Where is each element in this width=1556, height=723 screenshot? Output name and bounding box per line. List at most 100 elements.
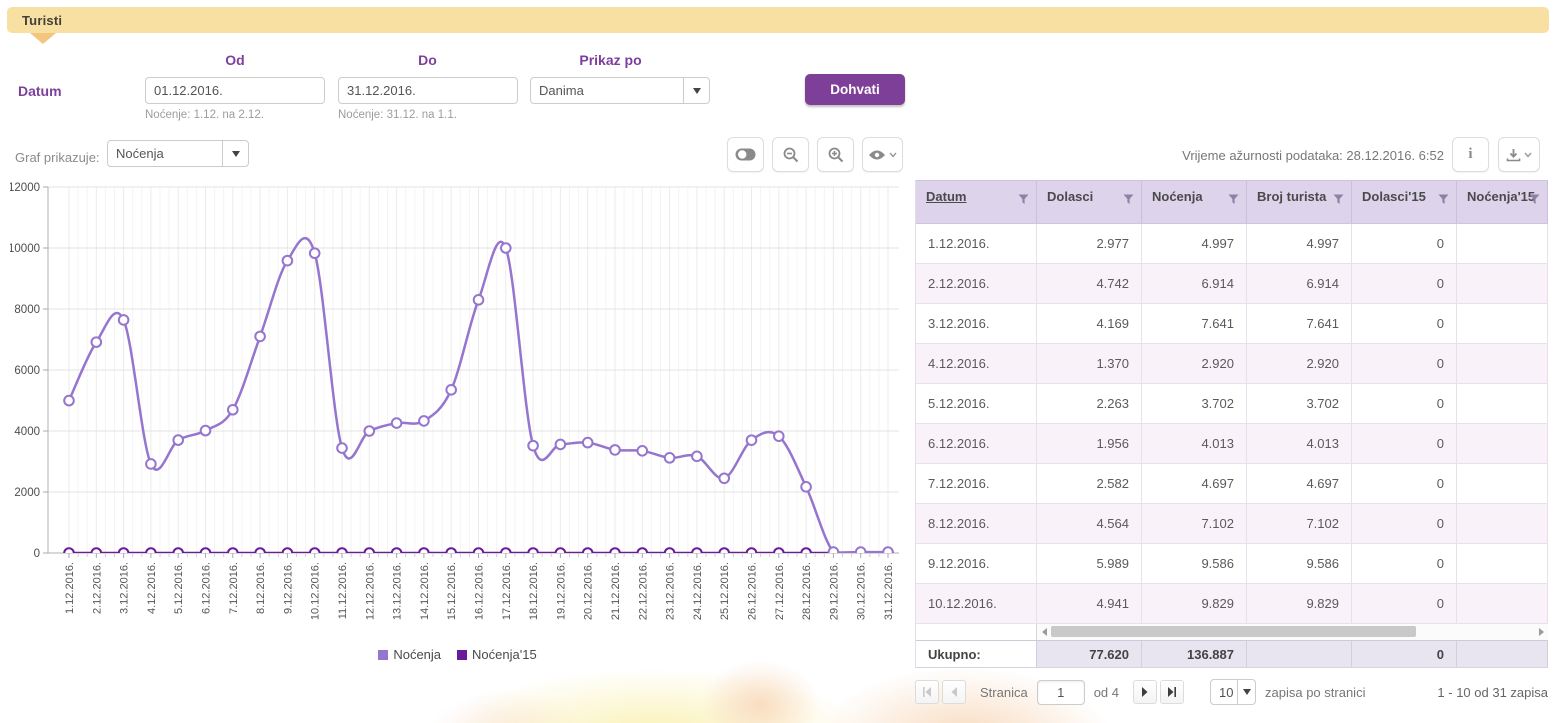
column-header-datum[interactable]: Datum xyxy=(916,181,1037,223)
scroll-right-button[interactable] xyxy=(1534,628,1548,636)
chart-zoom-out-button[interactable] xyxy=(772,137,809,172)
data-point-marker xyxy=(638,446,648,456)
filter-icon[interactable] xyxy=(1228,194,1239,205)
legend-swatch-icon xyxy=(378,650,388,660)
data-point-marker xyxy=(528,441,538,451)
cell-value: 0 xyxy=(1352,464,1457,504)
column-header-no-enja[interactable]: Noćenja xyxy=(1142,181,1247,223)
export-button[interactable] xyxy=(1498,137,1540,172)
table-row: 8.12.2016.4.5647.1027.1020 xyxy=(916,504,1548,544)
x-axis-tick-label: 18.12.2016. xyxy=(528,562,540,620)
dropdown-arrow-icon xyxy=(693,88,701,94)
legend-item-no-enja-15[interactable]: Noćenja'15 xyxy=(457,647,537,662)
download-icon xyxy=(1506,148,1521,162)
data-point-marker xyxy=(146,459,156,469)
grid-body: 1.12.2016.2.9774.9974.99702.12.2016.4.74… xyxy=(916,224,1548,624)
cell-value: 9.829 xyxy=(1247,584,1352,624)
y-axis-tick-label: 4000 xyxy=(14,426,40,438)
dropdown-arrow-icon xyxy=(232,151,240,157)
info-button[interactable]: i xyxy=(1452,137,1489,172)
next-page-button[interactable] xyxy=(1133,680,1157,704)
y-axis-tick-label: 0 xyxy=(34,548,40,560)
x-axis-tick-label: 23.12.2016. xyxy=(665,562,677,620)
cell-value xyxy=(1457,504,1548,544)
table-row: 10.12.2016.4.9419.8299.8290 xyxy=(916,584,1548,624)
x-axis-tick-label: 30.12.2016. xyxy=(856,562,868,620)
x-axis-tick-label: 22.12.2016. xyxy=(637,562,649,620)
cell-value xyxy=(1457,344,1548,384)
table-row: 9.12.2016.5.9899.5869.5860 xyxy=(916,544,1548,584)
date-to-input[interactable] xyxy=(339,78,518,103)
x-axis-tick-label: 20.12.2016. xyxy=(583,562,595,620)
zoom-out-icon xyxy=(783,147,799,163)
totals-value xyxy=(1247,641,1352,667)
totals-value xyxy=(1457,641,1548,667)
cell-datum: 2.12.2016. xyxy=(916,264,1037,304)
y-axis-tick-label: 6000 xyxy=(14,365,40,377)
filter-icon[interactable] xyxy=(1018,194,1029,205)
dohvati-button[interactable]: Dohvati xyxy=(805,74,905,105)
od-label: Od xyxy=(210,52,260,68)
scroll-left-button[interactable] xyxy=(1037,628,1051,636)
graf-prikazuje-label: Graf prikazuje: xyxy=(15,150,100,165)
horizontal-scrollbar[interactable] xyxy=(1037,624,1548,640)
x-axis-tick-label: 4.12.2016. xyxy=(146,562,158,614)
decor-blob-pink xyxy=(430,690,590,723)
cell-value xyxy=(1457,384,1548,424)
cell-value: 4.013 xyxy=(1247,424,1352,464)
chart-visibility-button[interactable] xyxy=(862,137,903,172)
legend-item-no-enja[interactable]: Noćenja xyxy=(378,647,441,662)
data-point-marker xyxy=(365,426,375,436)
filter-icon[interactable] xyxy=(1438,194,1449,205)
page-size-select[interactable]: 10 xyxy=(1210,679,1256,705)
scrollbar-thumb[interactable] xyxy=(1051,626,1416,637)
cell-value xyxy=(1457,584,1548,624)
chart-zoom-in-button[interactable] xyxy=(817,137,854,172)
cell-value: 2.920 xyxy=(1247,344,1352,384)
graf-prikazuje-select[interactable]: Noćenja xyxy=(107,140,249,167)
previous-page-button[interactable] xyxy=(942,680,966,704)
cell-value: 4.941 xyxy=(1037,584,1142,624)
page-count-label: od 4 xyxy=(1094,685,1119,700)
data-point-marker xyxy=(610,445,620,455)
cell-value: 4.697 xyxy=(1142,464,1247,504)
first-page-button[interactable] xyxy=(915,680,939,704)
column-header-label: Noćenja xyxy=(1152,189,1203,204)
column-header-dolasci[interactable]: Dolasci xyxy=(1037,181,1142,223)
x-axis-tick-label: 7.12.2016. xyxy=(228,562,240,614)
prikaz-po-select[interactable]: Danima xyxy=(530,77,710,104)
column-header-broj-turista[interactable]: Broj turista xyxy=(1247,181,1352,223)
cell-datum: 3.12.2016. xyxy=(916,304,1037,344)
tab-turisti[interactable]: Turisti xyxy=(7,7,1549,33)
data-point-marker xyxy=(228,405,238,415)
filter-icon[interactable] xyxy=(1123,194,1134,205)
per-page-label: zapisa po stranici xyxy=(1265,685,1365,700)
cell-datum: 5.12.2016. xyxy=(916,384,1037,424)
column-header-dolasci-15[interactable]: Dolasci'15 xyxy=(1352,181,1457,223)
table-row: 7.12.2016.2.5824.6974.6970 xyxy=(916,464,1548,504)
cell-value: 4.013 xyxy=(1142,424,1247,464)
prikaz-po-value: Danima xyxy=(531,78,683,103)
data-point-marker xyxy=(419,416,429,426)
data-updated-label: Vrijeme ažurnosti podataka: 28.12.2016. … xyxy=(1090,148,1444,163)
last-page-button[interactable] xyxy=(1160,680,1184,704)
filter-icon[interactable] xyxy=(1529,194,1540,205)
data-point-marker xyxy=(774,431,784,441)
data-point-marker xyxy=(337,443,347,453)
date-from-input[interactable] xyxy=(146,78,325,103)
cell-datum: 4.12.2016. xyxy=(916,344,1037,384)
cell-value: 4.697 xyxy=(1247,464,1352,504)
do-label: Do xyxy=(400,52,455,68)
x-axis-tick-label: 16.12.2016. xyxy=(474,562,486,620)
filter-icon[interactable] xyxy=(1333,194,1344,205)
x-axis-tick-label: 24.12.2016. xyxy=(692,562,704,620)
chart-toggle-button[interactable] xyxy=(727,137,764,172)
cell-value: 0 xyxy=(1352,504,1457,544)
column-header-no-enja-15[interactable]: Noćenja'15 xyxy=(1457,181,1548,223)
cell-value xyxy=(1457,264,1548,304)
chart-canvas: 0200040006000800010000120001.12.2016.2.1… xyxy=(10,182,905,645)
data-point-marker xyxy=(392,418,402,428)
x-axis-tick-label: 6.12.2016. xyxy=(201,562,213,614)
page-number-input[interactable] xyxy=(1037,680,1085,705)
legend-label: Noćenja xyxy=(393,647,441,662)
